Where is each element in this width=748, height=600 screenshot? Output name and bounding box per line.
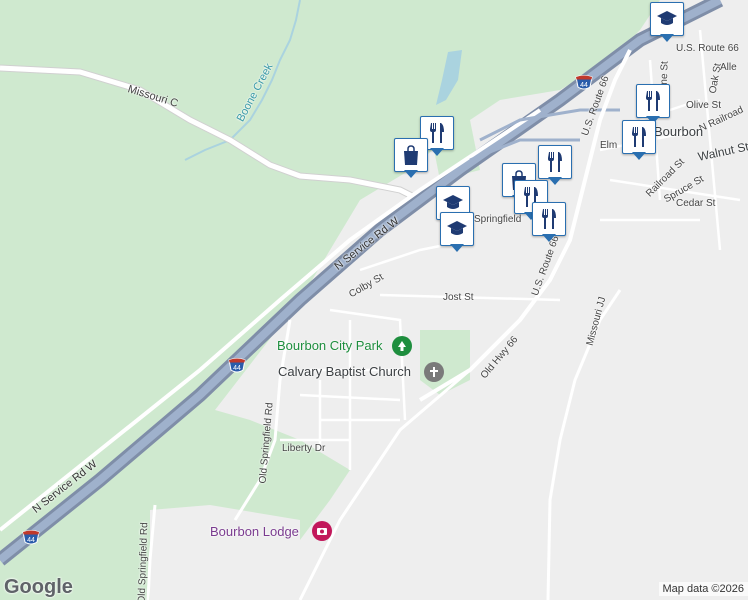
olive-st-label: Olive St [686, 100, 722, 111]
fork-knife-icon [548, 152, 562, 172]
park-tree-icon[interactable] [392, 336, 412, 356]
fork-knife-icon [542, 209, 556, 229]
shopping-bag-icon [404, 145, 418, 165]
us-route-66-top-label: U.S. Route 66 [676, 43, 739, 54]
jost-st-label: Jost St [443, 292, 474, 303]
liberty-dr-label: Liberty Dr [282, 443, 326, 454]
alle-label: Alle [720, 62, 737, 73]
bourbon-city-park-label[interactable]: Bourbon City Park [277, 338, 383, 353]
graduation-cap-icon [447, 221, 467, 235]
church-cross-icon[interactable] [424, 362, 444, 382]
fork-knife-icon [646, 91, 660, 111]
bourbon-lodge-label[interactable]: Bourbon Lodge [210, 524, 299, 539]
graduation-cap-icon [443, 195, 463, 209]
i44-shield-bottom: 44 [22, 530, 40, 546]
graduation-cap-icon [657, 11, 677, 25]
i44-shield-mid-text: 44 [233, 365, 241, 372]
google-logo[interactable]: Google [4, 576, 73, 599]
school-pin-3[interactable] [650, 2, 684, 46]
map-attribution[interactable]: Map data ©2026 [658, 582, 748, 596]
i44-shield-top-text: 44 [580, 82, 588, 89]
calvary-baptist-church-label[interactable]: Calvary Baptist Church [278, 364, 411, 379]
restaurant-pin-6[interactable] [622, 120, 656, 164]
elm-label: Elm [600, 140, 618, 151]
school-pin-2[interactable] [440, 212, 474, 256]
i44-shield-mid: 44 [228, 358, 246, 374]
shopping-pin[interactable] [394, 138, 428, 182]
i44-shield-top: 44 [575, 75, 593, 91]
fork-knife-icon [430, 123, 444, 143]
restaurant-pin-4[interactable] [532, 202, 566, 246]
map-canvas[interactable]: Missouri C Boone Creek N Service Rd W N … [0, 0, 748, 600]
lodging-camera-icon[interactable] [312, 521, 332, 541]
cedar-st-label: Cedar St [676, 198, 716, 209]
fork-knife-icon [632, 127, 646, 147]
i44-shield-bottom-text: 44 [27, 537, 35, 544]
